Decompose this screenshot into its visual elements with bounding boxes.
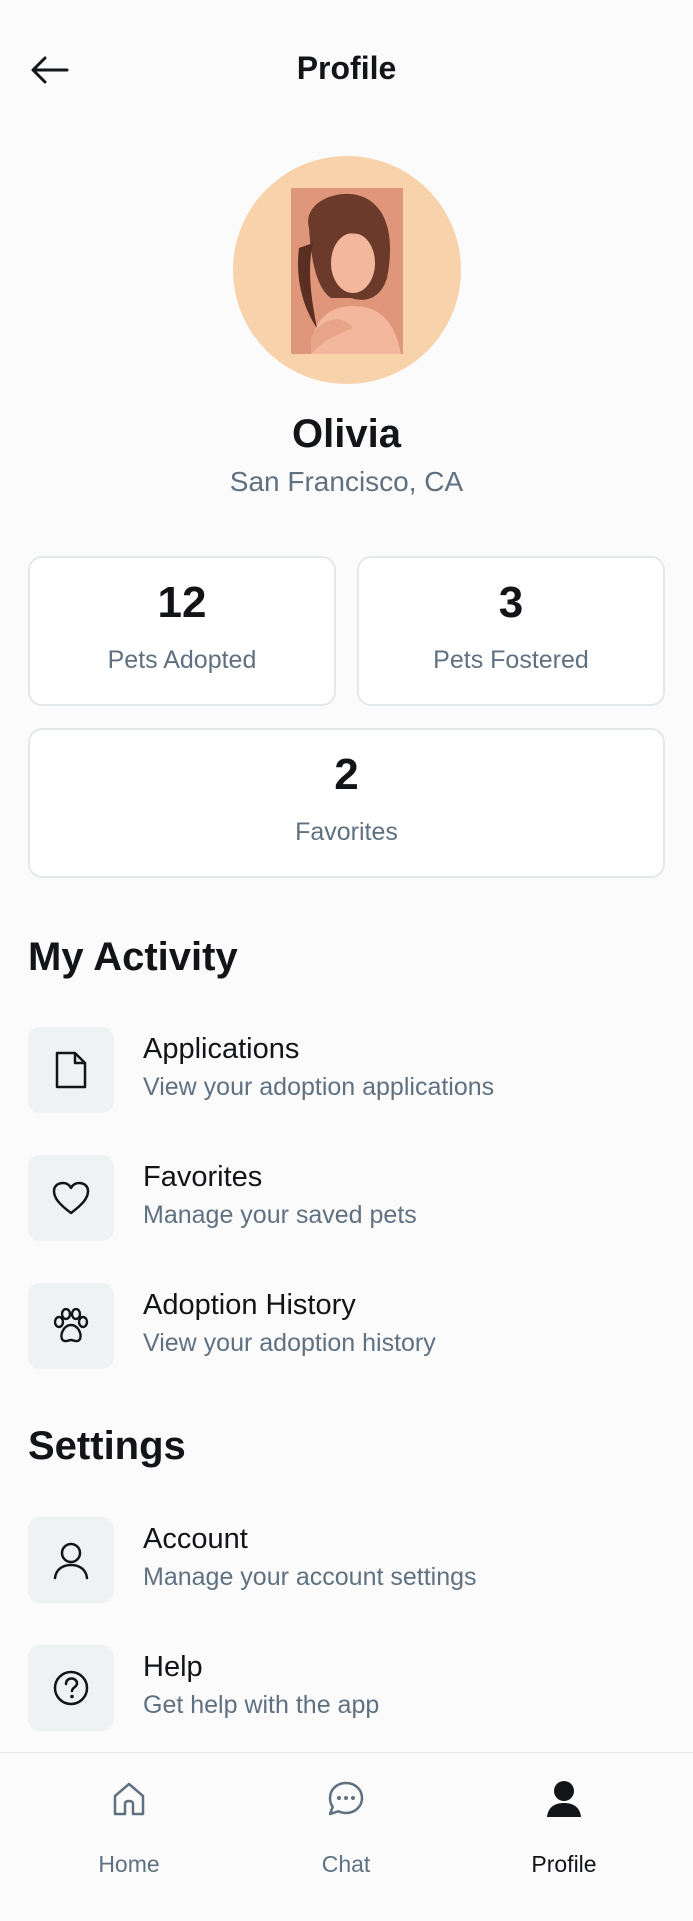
list-item-label: Adoption History <box>143 1289 356 1321</box>
icon-box <box>28 1283 114 1369</box>
stat-value: 2 <box>334 750 359 799</box>
section-title-settings: Settings <box>28 1424 186 1468</box>
stat-value: 3 <box>498 578 524 627</box>
paw-icon <box>53 1308 89 1343</box>
document-icon <box>55 1051 87 1089</box>
user-filled-icon <box>547 1781 581 1817</box>
icon-box <box>28 1517 114 1603</box>
section-title-activity: My Activity <box>28 935 238 979</box>
list-item-subtitle: View your adoption history <box>143 1329 436 1357</box>
nav-item-home[interactable]: Home <box>64 1771 194 1891</box>
chat-bubble-icon <box>328 1781 364 1816</box>
list-item-subtitle: Manage your saved pets <box>143 1201 417 1229</box>
stat-value: 12 <box>157 578 207 627</box>
list-item-applications[interactable]: Applications View your adoption applicat… <box>28 1027 648 1115</box>
list-item-adoption-history[interactable]: Adoption History View your adoption hist… <box>28 1283 648 1371</box>
list-item-label: Applications <box>143 1033 300 1065</box>
nav-item-profile[interactable]: Profile <box>499 1771 629 1891</box>
home-icon <box>113 1782 145 1816</box>
nav-item-chat[interactable]: Chat <box>281 1771 411 1891</box>
woman-portrait-avatar <box>291 188 403 354</box>
heart-icon <box>52 1181 90 1215</box>
list-item-subtitle: View your adoption applications <box>143 1073 495 1101</box>
nav-label: Home <box>98 1851 160 1877</box>
stat-label: Favorites <box>295 818 398 846</box>
list-item-help[interactable]: Help Get help with the app <box>28 1645 648 1733</box>
profile-name: Olivia <box>292 412 401 456</box>
stat-card-favorites: 2 Favorites <box>28 728 665 878</box>
list-item-account[interactable]: Account Manage your account settings <box>28 1517 648 1605</box>
list-item-label: Account <box>143 1523 248 1555</box>
page-title: Profile <box>296 50 397 86</box>
nav-label: Chat <box>321 1851 371 1877</box>
stat-card-fostered: 3 Pets Fostered <box>357 556 665 706</box>
list-item-label: Help <box>143 1651 203 1683</box>
icon-box <box>28 1155 114 1241</box>
header: Profile <box>0 0 693 145</box>
list-item-subtitle: Manage your account settings <box>143 1563 477 1591</box>
bottom-nav: Home Chat Profile <box>0 1752 693 1921</box>
icon-box <box>28 1645 114 1731</box>
icon-box <box>28 1027 114 1113</box>
list-item-favorites[interactable]: Favorites Manage your saved pets <box>28 1155 648 1243</box>
profile-location: San Francisco, CA <box>229 466 464 497</box>
list-item-subtitle: Get help with the app <box>143 1691 380 1719</box>
stat-label: Pets Fostered <box>433 646 589 674</box>
stat-card-adopted: 12 Pets Adopted <box>28 556 336 706</box>
list-item-label: Favorites <box>143 1161 263 1193</box>
help-circle-icon <box>53 1670 89 1706</box>
user-icon <box>53 1542 89 1580</box>
nav-label: Profile <box>531 1851 597 1877</box>
avatar <box>233 156 461 384</box>
stat-label: Pets Adopted <box>107 646 257 674</box>
